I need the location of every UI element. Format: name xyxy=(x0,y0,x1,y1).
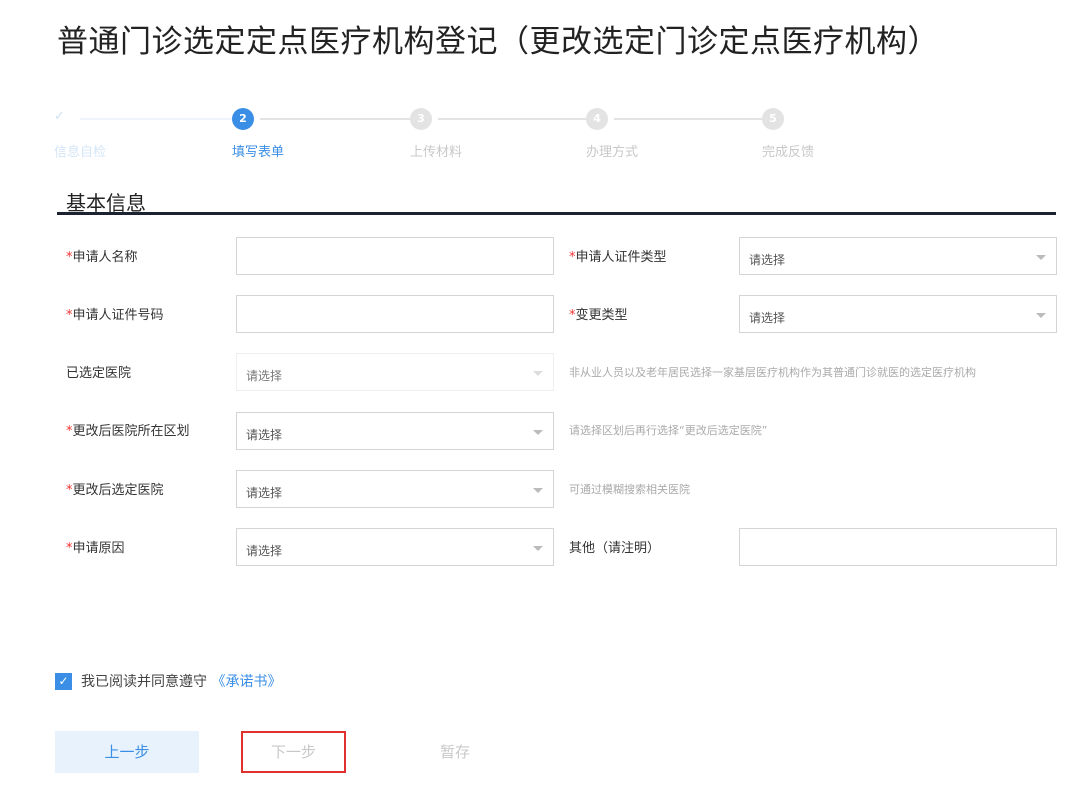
commitment-link[interactable]: 《承诺书》 xyxy=(211,674,281,690)
step-2-label: 填写表单 xyxy=(232,145,285,160)
step-4-label: 办理方式 xyxy=(586,145,639,160)
selected-hospital-select: 请选择 xyxy=(236,353,554,391)
id-number-label: *申请人证件号码 xyxy=(66,308,164,323)
chevron-down-icon xyxy=(533,488,543,493)
id-type-label: *申请人证件类型 xyxy=(569,250,667,265)
step-3-circle: 3 xyxy=(410,108,432,130)
checkmark-icon: ✓ xyxy=(58,674,69,688)
agreement-checkbox[interactable]: ✓ xyxy=(55,673,72,690)
step-5-circle: 5 xyxy=(762,108,784,130)
new-hospital-select[interactable]: 请选择 xyxy=(236,470,554,508)
chevron-down-icon xyxy=(1036,255,1046,260)
step-4-circle: 4 xyxy=(586,108,608,130)
step-1-label: 信息自检 xyxy=(54,145,107,160)
step-2-circle: 2 xyxy=(232,108,254,130)
step-connector xyxy=(614,118,767,120)
step-connector xyxy=(80,118,235,120)
save-draft-button[interactable]: 暂存 xyxy=(405,731,505,773)
reason-select[interactable]: 请选择 xyxy=(236,528,554,566)
new-hospital-hint: 可通过模糊搜索相关医院 xyxy=(569,483,690,496)
new-hospital-label: *更改后选定医院 xyxy=(66,483,164,498)
other-input[interactable] xyxy=(739,528,1057,566)
prev-button[interactable]: 上一步 xyxy=(55,731,199,773)
chevron-down-icon xyxy=(533,546,543,551)
step-3-label: 上传材料 xyxy=(410,145,463,160)
selected-hospital-label: 已选定医院 xyxy=(66,366,132,381)
chevron-down-icon xyxy=(533,430,543,435)
new-district-label: *更改后医院所在区划 xyxy=(66,424,190,439)
step-connector xyxy=(438,118,591,120)
next-button[interactable]: 下一步 xyxy=(241,731,346,773)
change-type-label: *变更类型 xyxy=(569,308,628,323)
step-5-label: 完成反馈 xyxy=(762,145,815,160)
page-title: 普通门诊选定定点医疗机构登记（更改选定门诊定点医疗机构） xyxy=(57,24,939,60)
applicant-name-label: *申请人名称 xyxy=(66,250,138,265)
step-connector xyxy=(260,118,415,120)
id-number-input[interactable] xyxy=(236,295,554,333)
selected-hospital-hint: 非从业人员以及老年居民选择一家基层医疗机构作为其普通门诊就医的选定医疗机构 xyxy=(569,366,976,379)
check-icon: ✓ xyxy=(54,109,65,124)
applicant-name-input[interactable] xyxy=(236,237,554,275)
reason-label: *申请原因 xyxy=(66,541,125,556)
chevron-down-icon xyxy=(1036,313,1046,318)
new-district-hint: 请选择区划后再行选择“更改后选定医院” xyxy=(569,424,768,437)
id-type-select[interactable]: 请选择 xyxy=(739,237,1057,275)
other-label: 其他（请注明） xyxy=(569,541,661,556)
section-divider xyxy=(57,212,1056,215)
chevron-down-icon xyxy=(533,371,543,376)
change-type-select[interactable]: 请选择 xyxy=(739,295,1057,333)
agreement-text: 我已阅读并同意遵守 《承诺书》 xyxy=(81,674,282,690)
new-district-select[interactable]: 请选择 xyxy=(236,412,554,450)
